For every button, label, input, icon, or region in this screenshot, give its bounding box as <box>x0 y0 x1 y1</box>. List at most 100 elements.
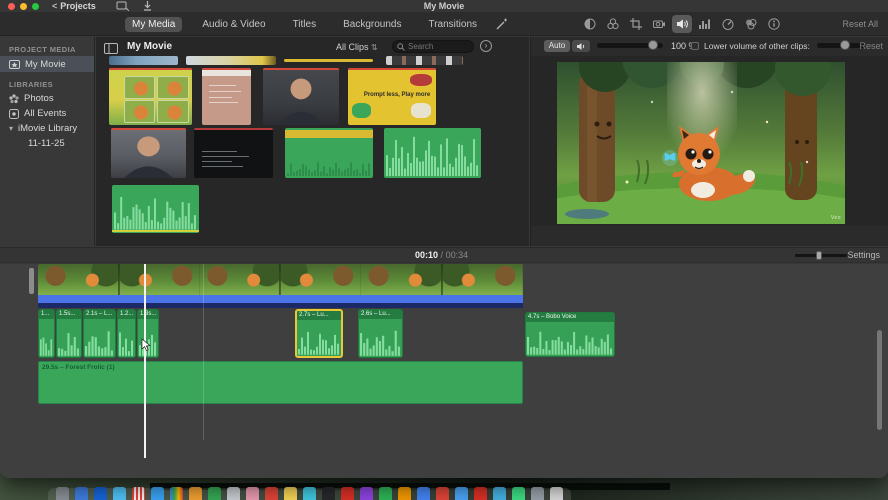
media-thumb-presenter[interactable] <box>263 68 339 125</box>
person-figure <box>263 68 339 125</box>
audio-clip[interactable]: 1.5s... <box>56 309 82 358</box>
dock-app-icon[interactable] <box>322 487 335 500</box>
sidebar-item-photos[interactable]: Photos <box>0 91 94 106</box>
mute-button[interactable] <box>572 40 590 52</box>
dock-app-icon[interactable] <box>132 487 145 500</box>
dock-app-icon[interactable] <box>227 487 240 500</box>
video-track-filmstrip[interactable] <box>38 264 523 295</box>
dock-app-icon[interactable] <box>436 487 449 500</box>
dock-app-icon[interactable] <box>75 487 88 500</box>
sidebar-item-imovie-library[interactable]: ▾ iMovie Library <box>0 121 94 136</box>
color-balance-icon[interactable] <box>580 15 600 33</box>
voiceover-clip[interactable]: 4.7s – Bobo Voice <box>525 312 615 357</box>
dock-app-icon[interactable] <box>303 487 316 500</box>
lower-volume-checkbox[interactable] <box>691 42 699 50</box>
dock-app-icon[interactable] <box>113 487 126 500</box>
playhead[interactable] <box>144 264 146 458</box>
speaker-icon <box>577 42 585 50</box>
sidebar-item-my-movie[interactable]: My Movie <box>0 56 94 72</box>
dock-app-icon[interactable] <box>265 487 278 500</box>
auto-volume-button[interactable]: Auto <box>544 40 570 52</box>
media-thumb-strip[interactable] <box>186 56 276 65</box>
volume-icon[interactable] <box>672 15 692 33</box>
watermark: Veo <box>830 215 841 221</box>
dock-app-icon[interactable] <box>379 487 392 500</box>
enhance-wand-icon[interactable] <box>492 15 512 33</box>
background-music-clip[interactable]: 29.5s – Forest Frolic (1) <box>38 361 523 404</box>
photos-flower-icon <box>9 93 19 103</box>
lower-volume-label: Lower volume of other clips: <box>704 41 810 51</box>
dock-app-icon[interactable] <box>246 487 259 500</box>
tab-titles[interactable]: Titles <box>286 17 324 32</box>
filmstrip-frame <box>361 264 443 295</box>
dock-app-icon[interactable] <box>56 487 69 500</box>
timeline-zoom-slider[interactable] <box>795 251 847 260</box>
volume-slider[interactable] <box>597 40 663 50</box>
disclosure-chevron-icon[interactable]: ▾ <box>9 124 13 133</box>
media-thumb-strip[interactable] <box>109 56 178 65</box>
libraries-header: LIBRARIES <box>9 80 54 89</box>
dock-app-icon[interactable] <box>531 487 544 500</box>
audio-clip[interactable]: 2.6s – Lu... <box>358 309 403 358</box>
dock-app-icon[interactable] <box>189 487 202 500</box>
timeline-toolbar: 00:10 / 00:34 Settings <box>0 247 888 263</box>
sidebar-item-all-events[interactable]: All Events <box>0 106 94 121</box>
dock-app-icon[interactable] <box>493 487 506 500</box>
media-thumb-strip[interactable] <box>284 56 373 65</box>
clip-filter-icon[interactable] <box>741 15 761 33</box>
tab-transitions[interactable]: Transitions <box>421 17 484 32</box>
dock-app-icon[interactable] <box>94 487 107 500</box>
window-title: My Movie <box>423 1 465 11</box>
media-thumb-strip[interactable] <box>386 56 463 65</box>
dock-app-icon[interactable] <box>474 487 487 500</box>
clip-size-button[interactable]: › <box>480 40 492 52</box>
project-media-header: PROJECT MEDIA <box>9 45 76 54</box>
timeline-scrollbar[interactable] <box>877 330 882 430</box>
dock-app-icon[interactable] <box>417 487 430 500</box>
filmstrip-frame <box>118 264 200 295</box>
color-correction-icon[interactable] <box>603 15 623 33</box>
media-thumb-promo[interactable]: Prompt less, Play more <box>348 68 436 125</box>
dock-app-icon[interactable] <box>170 487 183 500</box>
media-thumb-audio[interactable] <box>112 185 199 233</box>
sidebar-item-date-library[interactable]: 11-11-25 <box>0 136 94 151</box>
speed-icon[interactable] <box>718 15 738 33</box>
media-thumb-screenrec[interactable] <box>109 68 192 125</box>
sidebar: PROJECT MEDIA My Movie LIBRARIES Photos … <box>0 37 95 246</box>
media-thumb-audio[interactable] <box>285 128 373 178</box>
dock-app-icon[interactable] <box>151 487 164 500</box>
search-input[interactable] <box>408 42 469 51</box>
audio-clip-selected[interactable]: 2.7s – Lu... <box>295 309 343 358</box>
timeline-settings-button[interactable]: Settings <box>847 250 880 260</box>
audio-clip[interactable]: 1... <box>38 309 55 358</box>
tab-backgrounds[interactable]: Backgrounds <box>336 17 408 32</box>
clip-filter-dropdown[interactable]: All Clips ⇅ <box>336 42 378 52</box>
media-thumb-audio[interactable] <box>384 128 481 178</box>
media-thumb-webcam[interactable] <box>111 128 186 178</box>
dock-app-icon[interactable] <box>455 487 468 500</box>
dock-app-icon[interactable] <box>284 487 297 500</box>
tab-audio-video[interactable]: Audio & Video <box>195 17 272 32</box>
audio-clip[interactable]: 1.2... <box>117 309 136 358</box>
dock-app-icon[interactable] <box>398 487 411 500</box>
tab-my-media[interactable]: My Media <box>125 16 183 32</box>
media-thumb-terminal[interactable] <box>194 128 273 178</box>
dock-app-icon[interactable] <box>360 487 373 500</box>
volume-reset-button[interactable]: Reset <box>859 41 883 51</box>
filmstrip-frame <box>199 264 281 295</box>
browser-header: My Movie All Clips ⇅ › <box>96 37 529 56</box>
search-field <box>392 40 474 53</box>
video-audio-strip[interactable] <box>38 295 523 308</box>
dock-app-icon[interactable] <box>512 487 525 500</box>
crop-icon[interactable] <box>626 15 646 33</box>
media-thumb-document[interactable] <box>202 68 251 125</box>
stabilization-icon[interactable] <box>649 15 669 33</box>
noise-reduction-icon[interactable] <box>695 15 715 33</box>
lower-volume-slider[interactable] <box>817 40 865 50</box>
dock-app-icon[interactable] <box>208 487 221 500</box>
dock-app-icon[interactable] <box>341 487 354 500</box>
reset-all-button[interactable]: Reset All <box>842 12 878 36</box>
clip-info-icon[interactable] <box>764 15 784 33</box>
dock-app-icon[interactable] <box>550 487 563 500</box>
audio-clip[interactable]: 2.1s – L... <box>83 309 116 358</box>
